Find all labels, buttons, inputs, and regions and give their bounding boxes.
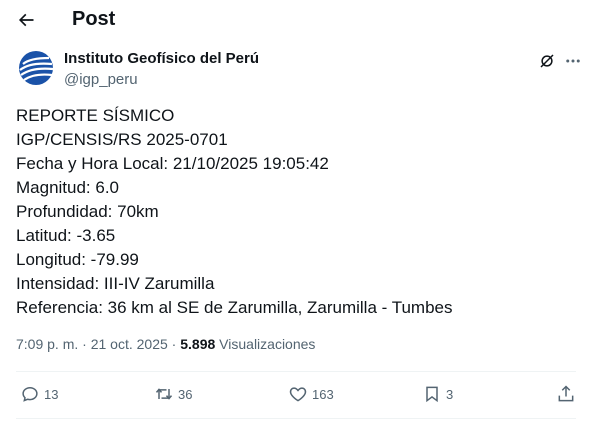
like-button[interactable]: 163 (288, 384, 334, 404)
like-count: 163 (312, 386, 334, 402)
tweet-line-intensity: Intensidad: III-IV Zarumilla (16, 274, 215, 293)
arrow-left-icon (18, 13, 34, 27)
divider-bottom (16, 418, 576, 419)
tweet-meta: 7:09 p. m. · 21 oct. 2025 · 5.898 Visual… (16, 334, 315, 354)
action-bar: 13 36 163 3 (16, 376, 576, 416)
bookmark-button[interactable]: 3 (422, 384, 453, 404)
back-button[interactable] (12, 6, 40, 34)
views-label[interactable]: Visualizaciones (219, 336, 315, 352)
page-title: Post (72, 8, 116, 30)
author-name[interactable]: Instituto Geofísico del Perú (64, 50, 259, 68)
more-button[interactable] (562, 50, 584, 72)
share-button[interactable] (556, 384, 580, 404)
tweet-line-datetime: Fecha y Hora Local: 21/10/2025 19:05:42 (16, 154, 329, 173)
grok-button[interactable] (536, 50, 558, 72)
avatar[interactable] (16, 48, 56, 88)
tweet-line-depth: Profundidad: 70km (16, 202, 159, 221)
views-count[interactable]: 5.898 (180, 336, 215, 352)
post-date[interactable]: 21 oct. 2025 (91, 336, 168, 352)
repost-icon (155, 388, 173, 400)
grok-icon (540, 54, 554, 68)
repost-count: 36 (178, 386, 193, 402)
divider-top (16, 371, 576, 372)
tweet-line-reference: Referencia: 36 km al SE de Zarumilla, Za… (16, 298, 453, 317)
tweet-line-longitude: Longitud: -79.99 (16, 250, 139, 269)
heart-icon (289, 387, 307, 402)
meta-separator: · (171, 336, 177, 352)
reply-icon (22, 386, 38, 402)
tweet-line-latitude: Latitud: -3.65 (16, 226, 116, 245)
igp-logo-icon (16, 48, 56, 88)
author-row: Instituto Geofísico del Perú @igp_peru (16, 46, 580, 90)
tweet-text: REPORTE SÍSMICO IGP/CENSIS/RS 2025-0701 … (16, 104, 576, 320)
reply-count: 13 (44, 386, 59, 402)
share-icon (558, 385, 574, 402)
repost-button[interactable]: 36 (154, 384, 192, 404)
tweet-line-title: REPORTE SÍSMICO (16, 106, 175, 125)
tweet-line-report-id: IGP/CENSIS/RS 2025-0701 (16, 130, 228, 149)
reply-button[interactable]: 13 (20, 384, 58, 404)
post-time[interactable]: 7:09 p. m. (16, 336, 78, 352)
more-horizontal-icon (566, 59, 580, 63)
tweet-line-magnitude: Magnitud: 6.0 (16, 178, 120, 197)
bookmark-icon (426, 386, 438, 403)
meta-separator: · (82, 336, 87, 352)
post-header: Post (0, 0, 592, 40)
bookmark-count: 3 (446, 386, 454, 402)
author-handle[interactable]: @igp_peru (64, 71, 138, 89)
